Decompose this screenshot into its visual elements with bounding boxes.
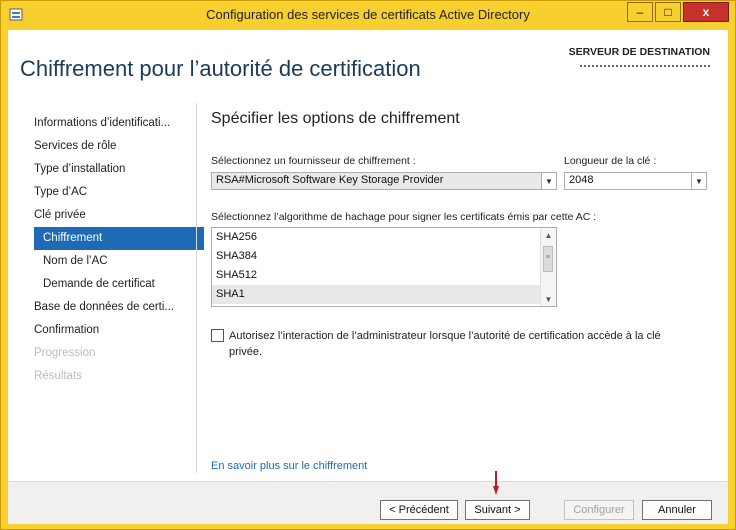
destination-server-name-blurred [580, 65, 710, 70]
cancel-button[interactable]: Annuler [642, 500, 712, 520]
maximize-button[interactable]: □ [655, 2, 681, 22]
nav-item-certificate-request[interactable]: Demande de certificat [34, 273, 204, 296]
section-title: Spécifier les options de chiffrement [211, 110, 460, 127]
wizard-window: Configuration des services de certificat… [0, 0, 736, 530]
list-item-sha512[interactable]: SHA512 [212, 266, 556, 285]
list-item-sha384[interactable]: SHA384 [212, 247, 556, 266]
scroll-up-icon[interactable]: ▲ [541, 228, 556, 242]
window-title: Configuration des services de certificat… [206, 7, 530, 22]
annotation-arrow-icon [493, 471, 499, 495]
destination-server-label: SERVEUR DE DESTINATION [568, 46, 710, 58]
page-title: Chiffrement pour l’autorité de certifica… [20, 56, 421, 81]
hash-algorithm-list[interactable]: SHA256 SHA384 SHA512 SHA1 ▲ ≡ ▼ [211, 227, 557, 307]
list-scrollbar[interactable]: ▲ ≡ ▼ [540, 228, 556, 306]
chevron-down-icon: ▼ [691, 173, 706, 189]
close-button[interactable]: x [683, 2, 729, 22]
wizard-client: Chiffrement pour l’autorité de certifica… [8, 30, 728, 524]
configure-button: Configurer [564, 500, 634, 520]
learn-more-link[interactable]: En savoir plus sur le chiffrement [211, 460, 367, 472]
nav-divider [196, 103, 197, 473]
key-length-value: 2048 [569, 174, 594, 186]
next-button[interactable]: Suivant > [465, 500, 530, 520]
key-length-label: Longueur de la clé : [564, 155, 657, 167]
minimize-button[interactable]: – [627, 2, 653, 22]
admin-interaction-label[interactable]: Autorisez l’interaction de l’administrat… [229, 328, 661, 360]
list-item-sha1[interactable]: SHA1 [212, 285, 556, 304]
nav-item-certificate-database[interactable]: Base de données de certi... [34, 296, 204, 319]
nav-item-progress: Progression [34, 347, 96, 359]
nav-item-ca-type[interactable]: Type d’AC [34, 181, 204, 204]
nav-item-results: Résultats [34, 370, 82, 382]
scroll-thumb[interactable]: ≡ [543, 246, 553, 272]
nav-item-cryptography[interactable]: Chiffrement [34, 227, 204, 250]
scroll-down-icon[interactable]: ▼ [541, 292, 556, 306]
wizard-nav: Informations d’identificati... Services … [34, 112, 204, 388]
previous-button[interactable]: < Précédent [380, 500, 458, 520]
provider-dropdown[interactable]: RSA#Microsoft Software Key Storage Provi… [211, 172, 557, 190]
title-bar[interactable]: Configuration des services de certificat… [1, 1, 735, 29]
nav-item-private-key[interactable]: Clé privée [34, 204, 204, 227]
nav-item-setup-type[interactable]: Type d’installation [34, 158, 204, 181]
wizard-footer: < Précédent Suivant > Configurer Annuler [8, 481, 728, 524]
admin-interaction-checkbox[interactable] [211, 329, 224, 342]
provider-value: RSA#Microsoft Software Key Storage Provi… [216, 174, 444, 186]
key-length-dropdown[interactable]: 2048 ▼ [564, 172, 707, 190]
list-item-sha256[interactable]: SHA256 [212, 228, 556, 247]
nav-item-role-services[interactable]: Services de rôle [34, 135, 204, 158]
nav-item-confirmation[interactable]: Confirmation [34, 319, 204, 342]
provider-label: Sélectionnez un fournisseur de chiffreme… [211, 155, 416, 167]
chevron-down-icon: ▼ [541, 173, 556, 189]
nav-item-credentials[interactable]: Informations d’identificati... [34, 112, 204, 135]
nav-item-ca-name[interactable]: Nom de l’AC [34, 250, 204, 273]
hash-algorithm-label: Sélectionnez l’algorithme de hachage pou… [211, 211, 597, 223]
